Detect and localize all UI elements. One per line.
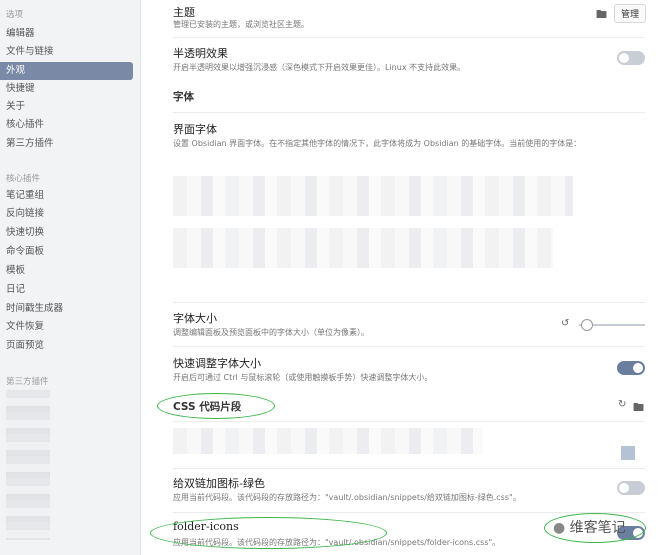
folder-icon[interactable]: 🖿 xyxy=(596,6,607,25)
snippet-desc: 应用当前代码段。该代码段的存放路径为："vault/.obsidian/snip… xyxy=(173,493,521,502)
sidebar-item-quick-switcher[interactable]: 快速切换 xyxy=(0,224,133,242)
sidebar-item-templates[interactable]: 模板 xyxy=(0,262,133,280)
reset-icon[interactable]: ↺ xyxy=(561,318,569,329)
reload-icon[interactable]: ↻ xyxy=(618,399,626,410)
theme-title: 主题 xyxy=(173,6,195,19)
divider xyxy=(173,37,645,38)
translucent-title: 半透明效果 xyxy=(173,47,228,60)
options-header: 选项 xyxy=(6,10,24,20)
font-size-desc: 调整编辑面板及预览面板中的字体大小（单位为像素）。 xyxy=(173,328,369,337)
font-size-title: 字体大小 xyxy=(173,312,217,325)
blurred-font-settings xyxy=(173,176,573,216)
divider xyxy=(173,346,645,347)
sidebar-item-files-links[interactable]: 文件与链接 xyxy=(0,43,133,61)
blurred-snippet xyxy=(173,428,483,454)
theme-desc: 管理已安装的主题，或浏览社区主题。 xyxy=(173,20,309,29)
font-size-slider-handle[interactable] xyxy=(580,319,593,331)
third-party-header: 第三方插件 xyxy=(6,377,49,387)
settings-sidebar: 选项 编辑器 文件与链接 外观 快捷键 关于 核心插件 第三方插件 核心插件 笔… xyxy=(0,0,141,555)
sidebar-item-backlinks[interactable]: 反向链接 xyxy=(0,205,133,223)
quick-font-title: 快速调整字体大小 xyxy=(173,357,261,370)
translucent-desc: 开启半透明效果以增强沉浸感（深色模式下开启效果更佳）。Linux 不支持此效果。 xyxy=(173,63,466,72)
divider xyxy=(173,302,645,303)
sidebar-item-page-preview[interactable]: 页面预览 xyxy=(0,337,133,355)
translucent-toggle[interactable] xyxy=(617,51,645,65)
watermark: ● 维客笔记 xyxy=(553,520,626,536)
sidebar-item-daily-notes[interactable]: 日记 xyxy=(0,281,133,299)
highlight-ellipse xyxy=(157,393,275,419)
divider xyxy=(173,468,645,469)
sidebar-item-hotkeys[interactable]: 快捷键 xyxy=(0,80,133,98)
sidebar-item-timestamp[interactable]: 时间戳生成器 xyxy=(0,300,133,318)
blurred-font-settings xyxy=(173,228,553,268)
blurred-plugin-list xyxy=(6,390,50,540)
snippet-title: 给双链加图标-绿色 xyxy=(173,477,265,490)
highlight-ellipse xyxy=(150,517,387,549)
ui-font-desc: 设置 Obsidian 界面字体。在不指定其他字体的情况下，此字体将成为 Obs… xyxy=(173,139,582,148)
divider xyxy=(173,512,645,513)
quick-font-desc: 开启后可通过 Ctrl 与鼠标滚轮（或使用触摸板手势）快速调整字体大小。 xyxy=(173,373,433,382)
sidebar-item-appearance[interactable]: 外观 xyxy=(0,62,133,80)
ui-font-title: 界面字体 xyxy=(173,123,217,136)
blurred-toggle xyxy=(621,446,635,460)
sidebar-item-note-composer[interactable]: 笔记重组 xyxy=(0,187,133,205)
snippet-toggle[interactable] xyxy=(617,481,645,495)
sidebar-item-core-plugins[interactable]: 核心插件 xyxy=(0,116,133,134)
sidebar-item-file-recovery[interactable]: 文件恢复 xyxy=(0,318,133,336)
sidebar-item-third-party[interactable]: 第三方插件 xyxy=(0,135,133,153)
manage-themes-button[interactable]: 管理 xyxy=(614,4,647,23)
folder-icon[interactable]: 🖿 xyxy=(633,399,644,418)
divider xyxy=(173,421,645,422)
core-plugins-header: 核心插件 xyxy=(6,174,41,184)
divider xyxy=(173,112,645,113)
settings-main: 主题 管理已安装的主题，或浏览社区主题。 🖿 管理 半透明效果 开启半透明效果以… xyxy=(145,0,660,555)
sidebar-item-editor[interactable]: 编辑器 xyxy=(0,25,133,43)
sidebar-item-command-palette[interactable]: 命令面板 xyxy=(0,243,133,261)
wechat-icon: ● xyxy=(553,520,566,536)
font-section-title: 字体 xyxy=(173,91,194,103)
quick-font-toggle[interactable] xyxy=(617,361,645,375)
sidebar-item-about[interactable]: 关于 xyxy=(0,98,133,116)
